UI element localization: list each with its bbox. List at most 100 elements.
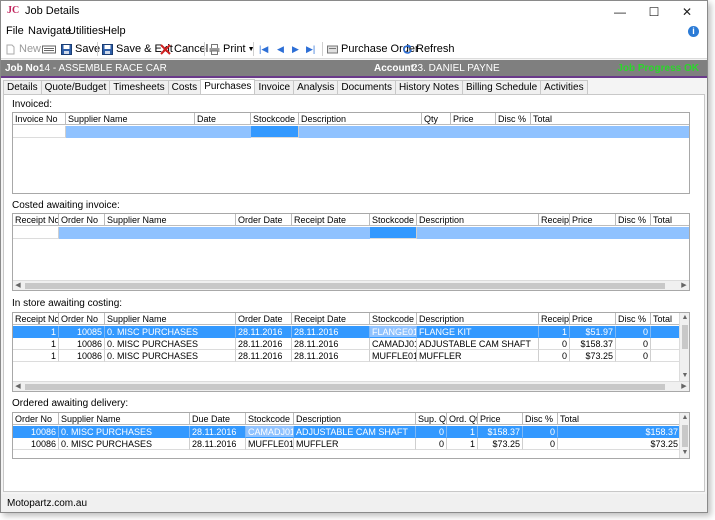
column-header[interactable]: Disc % bbox=[523, 413, 558, 425]
column-header[interactable]: Supplier Name bbox=[105, 313, 236, 325]
costed-grid[interactable]: Receipt No Order No Supplier Name Order … bbox=[12, 213, 690, 291]
column-header[interactable]: Order Date bbox=[236, 313, 292, 325]
column-header[interactable]: Receipt No bbox=[13, 214, 59, 226]
new-button[interactable]: New bbox=[5, 42, 41, 56]
column-header[interactable]: Stockcode bbox=[246, 413, 294, 425]
column-header[interactable]: Supplier Name bbox=[66, 113, 195, 125]
scroll-thumb[interactable] bbox=[682, 425, 688, 447]
scroll-right-icon[interactable]: ▶ bbox=[679, 382, 689, 391]
column-header[interactable]: Disc % bbox=[496, 113, 531, 125]
price-cell[interactable]: $51.97 bbox=[570, 326, 616, 338]
table-row[interactable]: 10086 0. MISC PURCHASES 28.11.2016 CAMAD… bbox=[13, 426, 681, 438]
column-header[interactable]: Price bbox=[451, 113, 496, 125]
table-row-selected-empty[interactable] bbox=[13, 126, 689, 138]
column-header[interactable]: Order Date bbox=[236, 214, 292, 226]
column-header[interactable]: Total bbox=[558, 413, 681, 425]
stockcode-cell[interactable]: CAMADJ01 bbox=[370, 338, 417, 350]
column-header[interactable]: Order No bbox=[13, 413, 59, 425]
column-header[interactable]: Sup. Qty bbox=[416, 413, 447, 425]
scroll-left-icon[interactable]: ◀ bbox=[13, 281, 23, 290]
tab-purchases[interactable]: Purchases bbox=[200, 79, 256, 94]
sup-qty-cell[interactable]: 0 bbox=[416, 438, 447, 450]
due-date-cell[interactable]: 28.11.2016 bbox=[190, 426, 246, 438]
price-cell[interactable]: $158.37 bbox=[478, 426, 523, 438]
instore-grid[interactable]: Receipt No Order No Supplier Name Order … bbox=[12, 312, 690, 392]
column-header[interactable]: Invoice No bbox=[13, 113, 66, 125]
tab-history-notes[interactable]: History Notes bbox=[394, 80, 463, 94]
table-cell[interactable] bbox=[251, 126, 299, 138]
close-button[interactable]: ✕ bbox=[665, 2, 707, 22]
template-button[interactable] bbox=[42, 42, 59, 56]
total-cell[interactable]: $73.25 bbox=[558, 438, 681, 450]
column-header[interactable]: Stockcode bbox=[251, 113, 299, 125]
table-row[interactable]: 1 10086 0. MISC PURCHASES 28.11.2016 28.… bbox=[13, 350, 681, 362]
column-header[interactable]: Receipt Date bbox=[292, 214, 370, 226]
description-cell[interactable]: MUFFLER bbox=[294, 438, 416, 450]
column-header[interactable]: Receipt Date bbox=[292, 313, 370, 325]
disc-cell[interactable]: 0 bbox=[523, 426, 558, 438]
column-header[interactable]: Supplier Name bbox=[59, 413, 190, 425]
table-cell[interactable] bbox=[13, 227, 59, 239]
order-date-cell[interactable]: 28.11.2016 bbox=[236, 326, 292, 338]
receipt-no-cell[interactable]: 1 bbox=[13, 338, 59, 350]
table-row[interactable]: 10086 0. MISC PURCHASES 28.11.2016 MUFFL… bbox=[13, 438, 681, 450]
save-button[interactable]: Save bbox=[61, 42, 100, 56]
tab-invoice[interactable]: Invoice bbox=[254, 80, 295, 94]
receipt-no-cell[interactable]: 1 bbox=[13, 326, 59, 338]
menu-help[interactable]: Help bbox=[103, 25, 126, 37]
description-cell[interactable]: FLANGE KIT bbox=[417, 326, 539, 338]
sup-qty-cell[interactable]: 0 bbox=[416, 426, 447, 438]
tab-activities[interactable]: Activities bbox=[540, 80, 588, 94]
column-header[interactable]: Qty bbox=[422, 113, 451, 125]
print-button[interactable]: Print ▼ bbox=[209, 42, 255, 56]
column-header[interactable]: Receipt Q bbox=[539, 214, 570, 226]
table-row-selected-empty[interactable] bbox=[13, 227, 689, 239]
disc-cell[interactable]: 0 bbox=[616, 326, 651, 338]
receipt-no-cell[interactable]: 1 bbox=[13, 350, 59, 362]
total-cell[interactable] bbox=[651, 350, 681, 362]
menu-utilities[interactable]: Utilities bbox=[68, 25, 103, 37]
supplier-cell[interactable]: 0. MISC PURCHASES bbox=[59, 438, 190, 450]
table-cell[interactable] bbox=[13, 126, 66, 138]
column-header[interactable]: Disc % bbox=[616, 214, 651, 226]
column-header[interactable]: Stockcode bbox=[370, 313, 417, 325]
invoiced-grid[interactable]: Invoice No Supplier Name Date Stockcode … bbox=[12, 112, 690, 194]
tab-documents[interactable]: Documents bbox=[337, 80, 396, 94]
order-date-cell[interactable]: 28.11.2016 bbox=[236, 350, 292, 362]
supplier-cell[interactable]: 0. MISC PURCHASES bbox=[105, 326, 236, 338]
tab-details[interactable]: Details bbox=[3, 80, 42, 94]
column-header[interactable]: Description bbox=[417, 214, 539, 226]
receipt-date-cell[interactable]: 28.11.2016 bbox=[292, 326, 370, 338]
disc-cell[interactable]: 0 bbox=[616, 338, 651, 350]
tab-billing-schedule[interactable]: Billing Schedule bbox=[461, 80, 542, 94]
info-icon[interactable]: i bbox=[688, 26, 699, 37]
last-record-button[interactable]: ▶| bbox=[306, 42, 315, 56]
column-header[interactable]: Ord. Qt bbox=[447, 413, 478, 425]
scroll-thumb[interactable] bbox=[682, 325, 688, 349]
total-cell[interactable] bbox=[651, 338, 681, 350]
previous-record-button[interactable]: ◀ bbox=[277, 42, 284, 56]
column-header[interactable]: Date bbox=[195, 113, 251, 125]
order-no-cell[interactable]: 10085 bbox=[59, 326, 105, 338]
ordered-grid[interactable]: Order No Supplier Name Due Date Stockcod… bbox=[12, 412, 690, 459]
stockcode-cell[interactable]: MUFFLE01 bbox=[370, 350, 417, 362]
description-cell[interactable]: ADJUSTABLE CAM SHAFT bbox=[417, 338, 539, 350]
order-no-cell[interactable]: 10086 bbox=[59, 350, 105, 362]
price-cell[interactable]: $73.25 bbox=[570, 350, 616, 362]
column-header[interactable]: Total bbox=[651, 313, 681, 325]
table-cell[interactable] bbox=[370, 227, 417, 239]
column-header[interactable]: Total bbox=[531, 113, 689, 125]
receipt-qty-cell[interactable]: 1 bbox=[539, 326, 570, 338]
scroll-right-icon[interactable]: ▶ bbox=[679, 281, 689, 290]
menu-navigate[interactable]: Navigate bbox=[28, 25, 71, 37]
price-cell[interactable]: $73.25 bbox=[478, 438, 523, 450]
stockcode-cell[interactable]: MUFFLE01 bbox=[246, 438, 294, 450]
column-header[interactable]: Price bbox=[570, 214, 616, 226]
order-no-cell[interactable]: 10086 bbox=[59, 338, 105, 350]
column-header[interactable]: Disc % bbox=[616, 313, 651, 325]
supplier-cell[interactable]: 0. MISC PURCHASES bbox=[59, 426, 190, 438]
column-header[interactable]: Total bbox=[651, 214, 689, 226]
costed-horizontal-scrollbar[interactable]: ◀ ▶ bbox=[13, 280, 689, 290]
column-header[interactable]: Due Date bbox=[190, 413, 246, 425]
receipt-qty-cell[interactable]: 0 bbox=[539, 350, 570, 362]
